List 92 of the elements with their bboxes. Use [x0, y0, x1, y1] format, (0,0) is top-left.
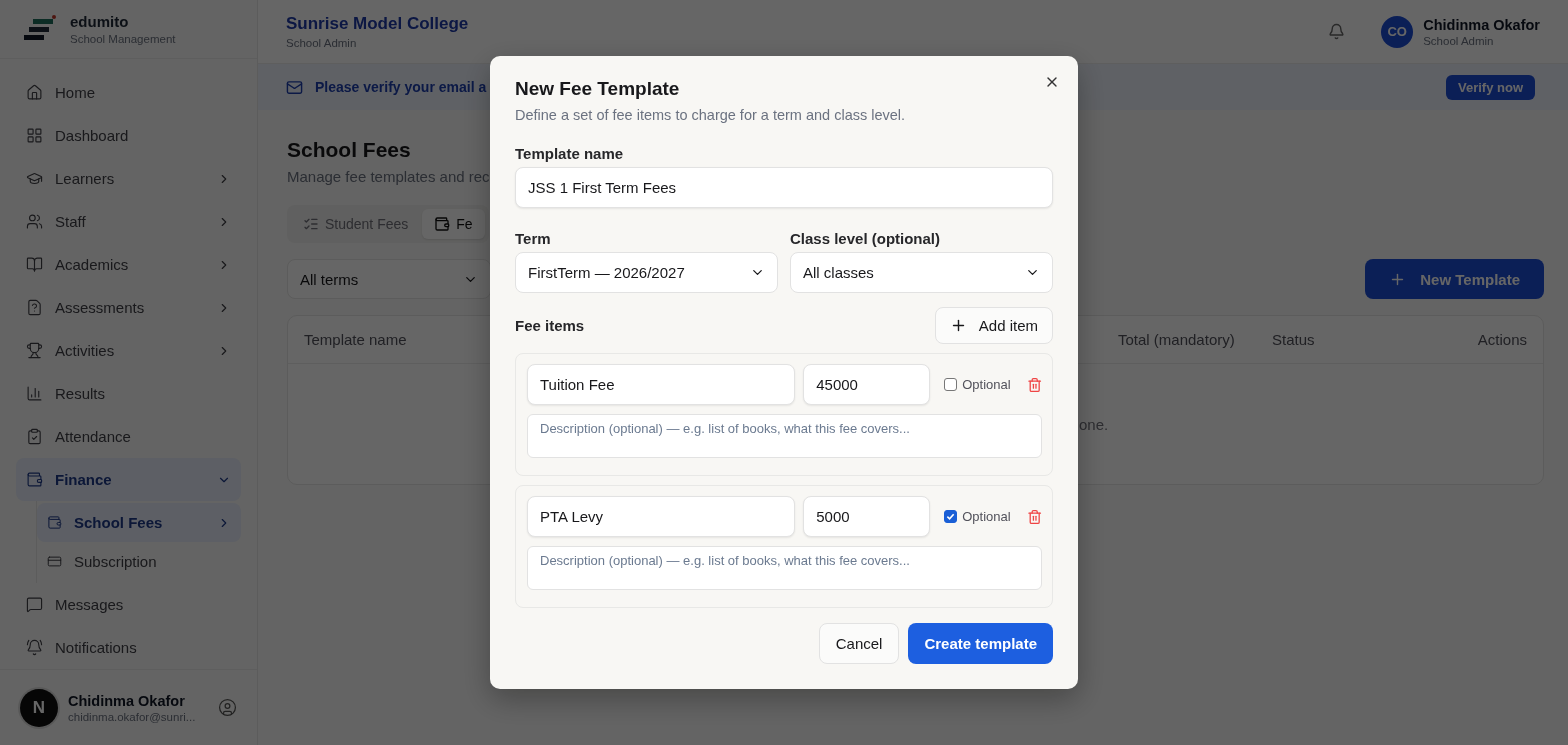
nav-icon — [26, 127, 43, 145]
section-label: Fee items — [515, 317, 585, 334]
sidebar-item[interactable]: Academics — [16, 243, 241, 287]
amount-field[interactable]: 45000 — [803, 364, 931, 405]
nav-label: Finance — [55, 471, 113, 489]
user-name: Chidinma Okafor — [68, 692, 186, 709]
term-filter[interactable]: All terms — [287, 259, 491, 299]
sidebar-item[interactable]: Attendance — [16, 415, 241, 459]
nav-icon — [47, 515, 62, 531]
sidebar-item[interactable]: Staff — [16, 200, 241, 244]
nav-label: School Fees — [74, 514, 164, 532]
delete-icon[interactable] — [1026, 376, 1042, 393]
sidebar-item[interactable]: Notifications — [16, 626, 241, 670]
column-header: Actions — [1477, 331, 1527, 348]
sidebar-subitem[interactable]: Subscription — [37, 542, 241, 582]
page-title: School Fees — [287, 138, 411, 162]
sidebar-item[interactable]: Finance — [16, 458, 241, 502]
field-label: Term — [515, 230, 552, 247]
tab-icon — [434, 216, 451, 232]
user-name: Chidinma Okafor — [1423, 16, 1540, 33]
brand-name: edumito — [70, 13, 130, 31]
sidebar-item[interactable]: Messages — [16, 583, 241, 627]
nav-label: Subscription — [74, 553, 158, 571]
nav-label: Results — [55, 385, 107, 403]
dialog-title: New Fee Template — [515, 78, 681, 100]
new-template-button[interactable]: New Template — [1365, 259, 1544, 299]
sidebar-item[interactable]: Activities — [16, 329, 241, 373]
notifications-icon[interactable] — [1328, 23, 1346, 40]
nav-label: Staff — [55, 213, 87, 231]
page-subtitle: Manage fee templates and rec — [287, 168, 491, 185]
account-icon[interactable] — [218, 698, 237, 718]
nav-label: Attendance — [55, 428, 132, 446]
nav-icon — [26, 428, 43, 446]
sidebar-item[interactable]: Learners — [16, 157, 241, 201]
nav-label: Messages — [55, 596, 125, 614]
user-avatar[interactable]: N — [20, 688, 58, 727]
user-role: School Admin — [1423, 34, 1495, 47]
user-email: chidinma.okafor@sunri... — [68, 710, 197, 723]
optional-checkbox[interactable] — [944, 510, 958, 523]
nav-icon — [26, 256, 43, 274]
nav-icon — [26, 342, 43, 360]
dialog-description: Define a set of fee items to charge for a term and class level. — [515, 107, 907, 123]
fee-name-field[interactable]: Tuition Fee — [527, 364, 796, 405]
nav-icon — [26, 213, 43, 231]
nav-icon — [26, 471, 43, 489]
sidebar-item[interactable]: Assessments — [16, 286, 241, 330]
create-template-button[interactable]: Create template — [908, 623, 1053, 664]
nav-label: Home — [55, 84, 96, 102]
column-header: Total (mandatory) — [1118, 331, 1236, 348]
amount-field[interactable]: 5000 — [803, 496, 931, 537]
class-level-select[interactable]: All classes — [790, 252, 1053, 293]
empty-message: one. — [1079, 416, 1109, 433]
nav-icon — [26, 596, 43, 614]
nav-icon — [26, 84, 43, 102]
optional-label: Optional — [962, 377, 1011, 392]
nav-label: Activities — [55, 342, 116, 360]
nav-icon — [26, 639, 43, 657]
optional-label: Optional — [962, 509, 1011, 524]
optional-checkbox[interactable] — [944, 378, 958, 391]
delete-icon[interactable] — [1026, 508, 1042, 525]
tab[interactable]: Fe — [422, 209, 485, 239]
tab-icon — [303, 216, 319, 232]
nav-label: Academics — [55, 256, 130, 274]
sidebar-item[interactable]: Results — [16, 372, 241, 416]
term-select[interactable]: FirstTerm — 2026/2027 — [515, 252, 778, 293]
mail-icon — [286, 78, 303, 96]
nav-label: Notifications — [55, 639, 138, 657]
user-avatar[interactable]: CO — [1381, 15, 1414, 48]
brand-tagline: School Management — [70, 33, 176, 46]
sidebar-item[interactable]: Home — [16, 71, 241, 115]
verify-button[interactable]: Verify now — [1445, 74, 1535, 100]
fee-name-field[interactable]: PTA Levy — [527, 496, 796, 537]
field-label: Template name — [515, 145, 625, 162]
template-name-field[interactable]: JSS 1 First Term Fees — [515, 167, 1053, 208]
school-name: Sunrise Model College — [286, 14, 470, 34]
school-role: School Admin — [286, 37, 358, 49]
column-header: Status — [1272, 331, 1316, 348]
column-header: Template name — [304, 331, 408, 348]
sidebar-subitem[interactable]: School Fees — [37, 503, 241, 543]
nav-icon — [26, 299, 43, 317]
cancel-button[interactable]: Cancel — [818, 623, 900, 664]
nav-label: Dashboard — [55, 127, 130, 145]
description-field[interactable]: Description (optional) — e.g. list of books, what this fee covers... — [527, 546, 1042, 590]
banner-text: Please verify your email a — [315, 79, 487, 95]
nav-label: Assessments — [55, 299, 146, 317]
field-label: Class level (optional) — [790, 230, 942, 247]
nav-icon — [26, 385, 43, 403]
nav-icon — [47, 554, 62, 570]
add-item-button[interactable]: Add item — [934, 307, 1053, 344]
description-field[interactable]: Description (optional) — e.g. list of books, what this fee covers... — [527, 414, 1042, 458]
nav-label: Learners — [55, 170, 116, 188]
sidebar-item[interactable]: Dashboard — [16, 114, 241, 158]
